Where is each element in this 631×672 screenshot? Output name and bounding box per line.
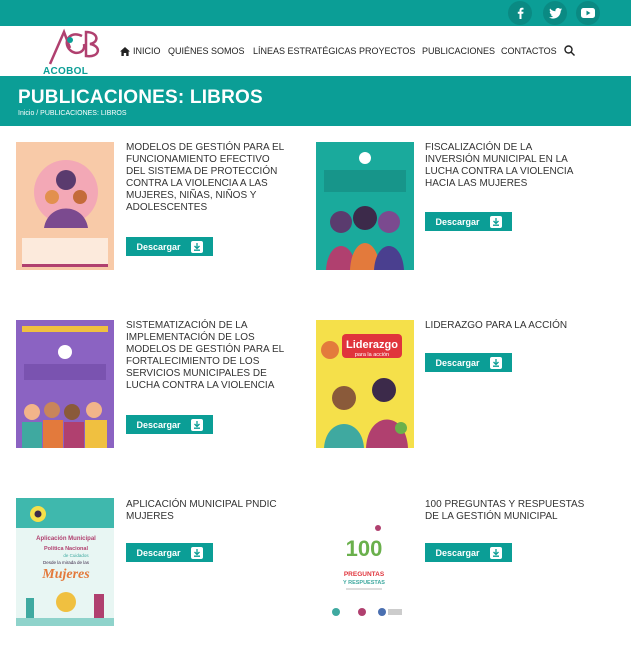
preguntas-cover-number: 100 — [346, 536, 383, 561]
download-label: Descargar — [136, 547, 181, 558]
download-label: Descargar — [136, 419, 181, 430]
book-title[interactable]: APLICACIÓN MUNICIPAL PNDIC MUJERES — [126, 499, 286, 523]
aplicacion-cover-big: Mujeres — [41, 567, 90, 582]
twitter-icon[interactable] — [543, 1, 567, 25]
book-title[interactable]: SISTEMATIZACIÓN DE LA IMPLEMENTACIÓN DE … — [126, 320, 286, 392]
book-cover-aplicacion-municipal[interactable]: Aplicación Municipal Política Nacional d… — [16, 498, 114, 626]
nav-item-proyectos[interactable]: PROYECTOS — [359, 46, 415, 56]
nav-item-publicaciones[interactable]: PUBLICACIONES — [422, 46, 495, 56]
nav-item-inicio[interactable]: INICIO — [120, 46, 161, 56]
top-bar — [0, 0, 631, 26]
book-title[interactable]: MODELOS DE GESTIÓN PARA EL FUNCIONAMIENT… — [126, 142, 286, 214]
book-cover-100-preguntas[interactable]: 100 PREGUNTAS Y RESPUESTAS — [316, 498, 414, 626]
facebook-icon[interactable] — [508, 1, 532, 25]
preguntas-cover-line-1: PREGUNTAS — [344, 571, 385, 578]
book-cover-sistematizacion[interactable] — [16, 320, 114, 448]
download-icon — [190, 546, 203, 559]
nav-item-lineas-estrategicas[interactable]: LÍNEAS ESTRATÉGICAS — [253, 46, 356, 56]
book-title[interactable]: FISCALIZACIÓN DE LA INVERSIÓN MUNICIPAL … — [425, 142, 585, 190]
download-icon — [190, 240, 203, 253]
search-icon[interactable] — [564, 45, 575, 56]
youtube-icon[interactable] — [576, 1, 600, 25]
page-title: PUBLICACIONES: LIBROS — [18, 87, 263, 108]
download-button[interactable]: Descargar — [425, 212, 512, 231]
aplicacion-cover-line-1: Política Nacional — [44, 546, 88, 552]
download-label: Descargar — [435, 216, 480, 227]
nav-label: INICIO — [133, 46, 161, 56]
home-icon — [120, 46, 130, 56]
book-cover-modelos-gestion[interactable] — [16, 142, 114, 270]
download-button[interactable]: Descargar — [126, 415, 213, 434]
liderazgo-cover-title: Liderazgo — [346, 339, 398, 351]
book-cover-liderazgo[interactable]: Liderazgo para la acción — [316, 320, 414, 448]
download-icon — [489, 546, 502, 559]
book-title[interactable]: LIDERAZGO PARA LA ACCIÓN — [425, 320, 595, 332]
main-navbar: ACOBOL INICIO QUIÉNES SOMOS LÍNEAS ESTRA… — [0, 26, 631, 77]
download-label: Descargar — [435, 357, 480, 368]
download-label: Descargar — [435, 547, 480, 558]
book-cover-fiscalizacion[interactable] — [316, 142, 414, 270]
nav-item-quienes-somos[interactable]: QUIÉNES SOMOS — [168, 46, 245, 56]
liderazgo-cover-subtitle: para la acción — [355, 352, 389, 358]
download-button[interactable]: Descargar — [425, 353, 512, 372]
aplicacion-cover-line-3: Desde la mirada de las — [43, 560, 90, 565]
aplicacion-cover-line-2: de Cuidados — [63, 553, 89, 558]
download-icon — [489, 215, 502, 228]
download-button[interactable]: Descargar — [126, 237, 213, 256]
download-button[interactable]: Descargar — [126, 543, 213, 562]
aplicacion-cover-title: Aplicación Municipal — [36, 536, 96, 542]
page-banner: PUBLICACIONES: LIBROS Inicio / PUBLICACI… — [0, 76, 631, 126]
download-label: Descargar — [136, 241, 181, 252]
download-icon — [489, 356, 502, 369]
breadcrumb[interactable]: Inicio / PUBLICACIONES: LIBROS — [18, 110, 127, 117]
download-icon — [190, 418, 203, 431]
download-button[interactable]: Descargar — [425, 543, 512, 562]
book-title[interactable]: 100 PREGUNTAS Y RESPUESTAS DE LA GESTIÓN… — [425, 499, 595, 523]
preguntas-cover-line-2: Y RESPUESTAS — [343, 580, 385, 586]
nav-item-contactos[interactable]: CONTACTOS — [501, 46, 557, 56]
